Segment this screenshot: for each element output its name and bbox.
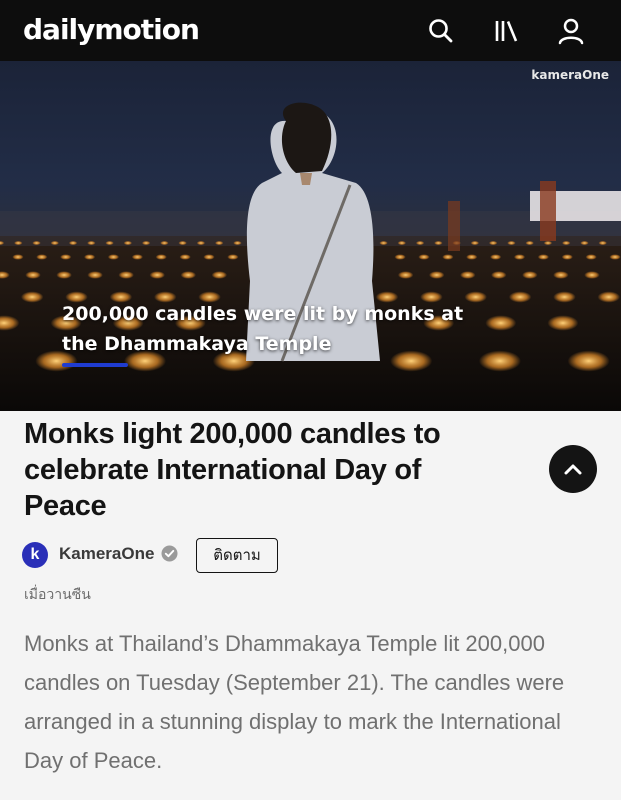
- video-description: Monks at Thailand’s Dhammakaya Temple li…: [24, 631, 565, 773]
- search-icon[interactable]: [424, 14, 458, 48]
- candle-light: [32, 240, 41, 246]
- candle-light: [394, 254, 406, 260]
- candle-light: [429, 271, 445, 279]
- candle-light: [418, 254, 430, 260]
- candle-light: [155, 254, 167, 260]
- candle-light: [227, 254, 239, 260]
- candle-light: [470, 240, 480, 246]
- candle-light: [434, 240, 443, 246]
- candle-light: [490, 254, 502, 260]
- channel-avatar[interactable]: k: [22, 542, 48, 568]
- candle-light: [585, 254, 597, 260]
- candle-light: [87, 271, 103, 279]
- candle-light: [131, 254, 143, 260]
- candle-light: [105, 240, 114, 246]
- candle-light: [178, 240, 187, 246]
- caption-accent-bar: [62, 363, 128, 367]
- account-icon[interactable]: [554, 14, 588, 48]
- candle-light: [60, 254, 72, 260]
- candle-light: [491, 271, 507, 279]
- candle-light: [525, 240, 534, 246]
- candle-light: [83, 254, 96, 260]
- candle-light: [553, 291, 576, 303]
- channel-name[interactable]: KameraOne: [59, 544, 154, 564]
- candle-light: [397, 240, 407, 246]
- candle-light: [20, 291, 44, 303]
- candle-light: [379, 240, 388, 246]
- candle-light: [460, 271, 476, 279]
- candle-light: [597, 291, 621, 303]
- candle-light: [580, 240, 589, 246]
- candle-light: [179, 254, 191, 260]
- candle-light: [118, 271, 134, 279]
- candle-light: [12, 254, 24, 260]
- collapse-button[interactable]: [549, 445, 597, 493]
- candle-light: [397, 271, 414, 279]
- candle-light: [25, 271, 41, 279]
- follow-button[interactable]: ติดตาม: [196, 538, 278, 573]
- kameraone-watermark: kameraOne: [531, 68, 609, 82]
- candle-light: [488, 240, 498, 246]
- candle-light: [123, 240, 133, 246]
- candle-light: [584, 271, 600, 279]
- candle-light: [107, 254, 120, 260]
- candle-light: [466, 254, 478, 260]
- candle-light: [68, 240, 78, 246]
- candle-light: [160, 240, 169, 246]
- candle-light: [609, 254, 621, 260]
- chevron-up-icon: [564, 464, 582, 475]
- candle-light: [598, 240, 607, 246]
- candle-light: [211, 271, 228, 279]
- candle-light: [561, 254, 573, 260]
- candle-light: [562, 240, 571, 246]
- verified-check-icon: [161, 545, 178, 562]
- candle-light: [233, 240, 242, 246]
- channel-row: k KameraOne ติดตาม: [22, 538, 422, 573]
- candle-light: [56, 271, 72, 279]
- top-navigation-bar: dailymotion: [0, 0, 621, 61]
- candle-light: [87, 240, 96, 246]
- candle-light: [36, 254, 48, 260]
- candle-light: [214, 240, 224, 246]
- candle-light: [442, 254, 454, 260]
- candle-light: [513, 254, 526, 260]
- candle-light: [507, 240, 516, 246]
- candle-light: [543, 240, 553, 246]
- video-player[interactable]: kameraOne 200,000 candles were lit by mo…: [0, 61, 621, 411]
- candle-light: [180, 271, 196, 279]
- candle-light: [478, 350, 521, 372]
- video-caption: 200,000 candles were lit by monks at the…: [62, 303, 464, 355]
- candle-light: [567, 350, 610, 372]
- candle-light: [141, 240, 151, 246]
- candle-light: [50, 240, 59, 246]
- video-title: Monks light 200,000 candles to celebrate…: [24, 418, 441, 522]
- candle-light: [149, 271, 165, 279]
- dailymotion-logo[interactable]: dailymotion: [23, 13, 200, 46]
- candle-light: [485, 315, 517, 331]
- candle-light: [415, 240, 425, 246]
- candle-light: [553, 271, 569, 279]
- posted-date: เมื่อวานซืน: [24, 587, 91, 603]
- library-icon[interactable]: [489, 14, 523, 48]
- candle-light: [547, 315, 579, 331]
- candle-light: [203, 254, 215, 260]
- candle-light: [14, 240, 23, 246]
- candle-light: [522, 271, 538, 279]
- candle-light: [196, 240, 206, 246]
- candle-light: [537, 254, 550, 260]
- candle-light: [508, 291, 532, 303]
